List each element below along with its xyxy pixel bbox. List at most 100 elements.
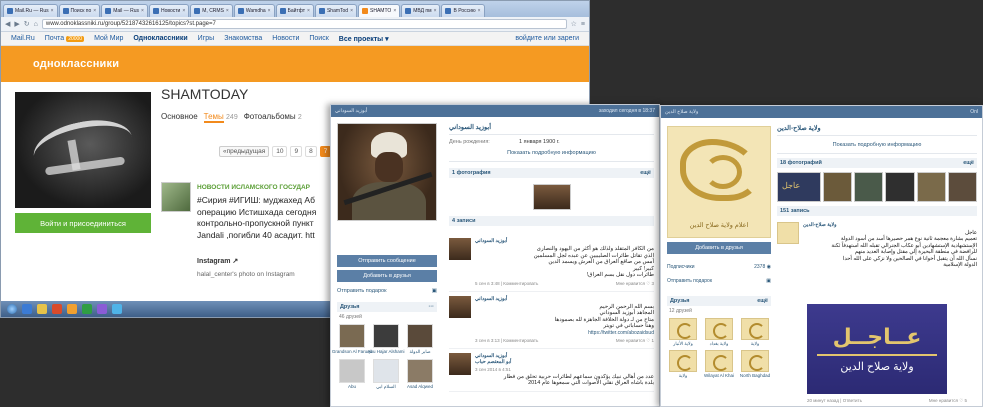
forward-arrow-icon[interactable]: ▶ bbox=[14, 20, 19, 28]
browser-tab[interactable]: Wamdha × bbox=[233, 4, 275, 17]
friend-tile[interactable]: Abu Hajar Alshami bbox=[367, 324, 405, 355]
ie-icon[interactable] bbox=[22, 304, 32, 314]
post-author-avatar[interactable] bbox=[449, 352, 471, 375]
firefox-icon[interactable] bbox=[67, 304, 77, 314]
url-field[interactable]: www.odnoklassniki.ru/group/5218743261612… bbox=[41, 19, 567, 29]
tab-close-icon[interactable]: × bbox=[350, 8, 353, 14]
tab-close-icon[interactable]: × bbox=[268, 8, 271, 14]
profile-photo[interactable] bbox=[337, 123, 437, 221]
browser-tab[interactable]: SHAMTO × bbox=[358, 4, 401, 17]
post-date-comment[interactable]: 3 сен в 3:13 | Комментировать bbox=[475, 338, 538, 344]
add-friend-button[interactable]: Добавить в друзья bbox=[337, 270, 437, 282]
photo-thumbnail[interactable] bbox=[947, 172, 978, 202]
star-icon[interactable]: ☆ bbox=[571, 20, 577, 28]
tab-main[interactable]: Основное bbox=[161, 112, 198, 121]
friend-tile[interactable]: Grandson Al Faruqu bbox=[332, 324, 372, 355]
friend-tile[interactable]: ولاية الأنبار bbox=[667, 318, 699, 346]
tab-close-icon[interactable]: × bbox=[51, 8, 54, 14]
post-author-avatar[interactable] bbox=[449, 295, 471, 318]
photo-thumbnail[interactable] bbox=[885, 172, 915, 202]
friend-tile[interactable]: North Baghdad bbox=[739, 350, 771, 378]
friends-section-header[interactable]: Друзья ··· bbox=[337, 302, 437, 312]
site-logo[interactable]: одноклассники bbox=[33, 58, 119, 70]
friend-tile[interactable]: Asad Alqwed bbox=[405, 358, 435, 390]
app-icon[interactable] bbox=[82, 304, 92, 314]
post-source[interactable]: НОВОСТИ ИСЛАМСКОГО ГОСУДАР bbox=[197, 184, 310, 191]
photos-band[interactable]: 18 фотографий ещё bbox=[777, 158, 977, 168]
friend-tile[interactable]: Wilayat Al Khai bbox=[703, 350, 735, 378]
photo-thumbnail[interactable] bbox=[532, 184, 571, 210]
friends-section-header[interactable]: Друзья ещё bbox=[667, 296, 771, 306]
browser-tab[interactable]: ShamTod × bbox=[314, 4, 358, 17]
tab-close-icon[interactable]: × bbox=[182, 8, 185, 14]
reload-icon[interactable]: ↻ bbox=[24, 20, 30, 28]
friend-tile[interactable]: ولاية bbox=[739, 318, 771, 346]
nav-novosti[interactable]: Новости bbox=[272, 35, 299, 42]
pager-page[interactable]: 8 bbox=[305, 146, 317, 157]
browser-tab[interactable]: Байтфт × bbox=[275, 4, 314, 17]
tab-photo-albums[interactable]: Фотоальбомы 2 bbox=[244, 112, 302, 121]
post-date-reply[interactable]: 20 минут назад | Ответить bbox=[807, 398, 862, 404]
show-more-info-link[interactable]: Показать подробную информацию bbox=[449, 150, 654, 162]
browser-tab[interactable]: Новости × bbox=[148, 4, 190, 17]
tab-close-icon[interactable]: × bbox=[307, 8, 310, 14]
tab-close-icon[interactable]: × bbox=[141, 8, 144, 14]
pager-page[interactable]: 9 bbox=[290, 146, 303, 157]
tab-close-icon[interactable]: × bbox=[478, 8, 481, 14]
friend-tile[interactable]: صابر الدولة bbox=[405, 324, 435, 355]
pager-prev-button[interactable]: «предыдущая bbox=[219, 146, 270, 157]
tab-close-icon[interactable]: × bbox=[434, 8, 437, 14]
tab-close-icon[interactable]: × bbox=[226, 8, 229, 14]
nav-igry[interactable]: Игры bbox=[198, 35, 215, 42]
nav-all-projects[interactable]: Все проекты ▾ bbox=[339, 35, 389, 43]
back-arrow-icon[interactable]: ◀ bbox=[5, 20, 10, 28]
menu-icon[interactable]: ≡ bbox=[581, 21, 585, 28]
nav-znakomstva[interactable]: Знакомства bbox=[224, 35, 262, 42]
send-message-button[interactable]: Отправить сообщение bbox=[337, 255, 437, 267]
tab-topics[interactable]: Темы 249 bbox=[203, 112, 238, 123]
photo-thumbnail[interactable] bbox=[854, 172, 884, 202]
browser-tab[interactable]: Mail.Ru — Rus × bbox=[3, 4, 58, 17]
post-author-avatar[interactable] bbox=[777, 222, 799, 244]
browser-tab[interactable]: В Россию × bbox=[441, 4, 485, 17]
add-friend-button[interactable]: Добавить в друзья bbox=[667, 242, 771, 254]
instagram-link[interactable]: Instagram ↗ bbox=[197, 257, 238, 265]
browser-tab[interactable]: Mail — Rus × bbox=[101, 4, 148, 17]
explorer-folder-icon[interactable] bbox=[37, 304, 47, 314]
post-author[interactable]: ولاية صلاح-الدين bbox=[803, 222, 977, 228]
login-register-link[interactable]: войдите или зареги bbox=[515, 35, 579, 42]
friend-tile[interactable]: السلام ابي bbox=[371, 358, 401, 390]
friend-tile[interactable]: ولاية bbox=[667, 350, 699, 378]
browser-tab[interactable]: Поиск по × bbox=[58, 4, 101, 17]
friend-tile[interactable]: ولاية بغداد bbox=[703, 318, 735, 346]
nav-moy-mir[interactable]: Мой Мир bbox=[94, 35, 123, 42]
photos-band[interactable]: 1 фотография ещё bbox=[449, 168, 654, 178]
nav-mailru[interactable]: Mail.Ru bbox=[11, 35, 35, 42]
post-author[interactable]: أبوزيد السوداني bbox=[475, 296, 654, 302]
like-button[interactable]: Мне нравится ♡ 1 bbox=[616, 338, 654, 344]
post-author[interactable]: أبوزيد السوداني bbox=[475, 238, 654, 244]
post-date-comment[interactable]: 5 сен в 3:48 | Комментировать bbox=[475, 281, 538, 287]
pager-page[interactable]: 10 bbox=[272, 146, 288, 157]
media-player-icon[interactable] bbox=[52, 304, 62, 314]
urgent-banner-image[interactable]: عــاجــل ولاية صلاح الدين bbox=[807, 304, 947, 394]
photo-thumbnail[interactable] bbox=[777, 172, 821, 202]
home-icon[interactable]: ⌂ bbox=[34, 21, 38, 28]
post-avatar[interactable] bbox=[161, 182, 191, 212]
twitter-link[interactable]: https://twitter.com/abozaidsud bbox=[475, 330, 654, 336]
browser-tab[interactable]: МВД пм × bbox=[401, 4, 441, 17]
post-author-avatar[interactable] bbox=[449, 238, 471, 260]
send-gift-link[interactable]: Отправить подарок ▣ bbox=[667, 278, 771, 284]
show-more-info-link[interactable]: Показать подробную информацию bbox=[777, 142, 977, 154]
tab-close-icon[interactable]: × bbox=[93, 8, 96, 14]
app-icon[interactable] bbox=[97, 304, 107, 314]
friend-tile[interactable]: Abu bbox=[337, 358, 367, 390]
start-button-icon[interactable] bbox=[7, 304, 17, 314]
tab-close-icon[interactable]: × bbox=[393, 8, 396, 14]
join-group-button[interactable]: Войти и присоединиться bbox=[15, 213, 151, 233]
browser-tab[interactable]: M, CRMS × bbox=[190, 4, 233, 17]
send-gift-link[interactable]: Отправить подарок ▣ bbox=[337, 288, 437, 294]
group-logo[interactable]: اعلام ولاية صلاح الدين bbox=[667, 126, 771, 238]
app-icon[interactable] bbox=[112, 304, 122, 314]
subscribers-row[interactable]: Подписчики 2378 ◉ bbox=[667, 264, 771, 270]
